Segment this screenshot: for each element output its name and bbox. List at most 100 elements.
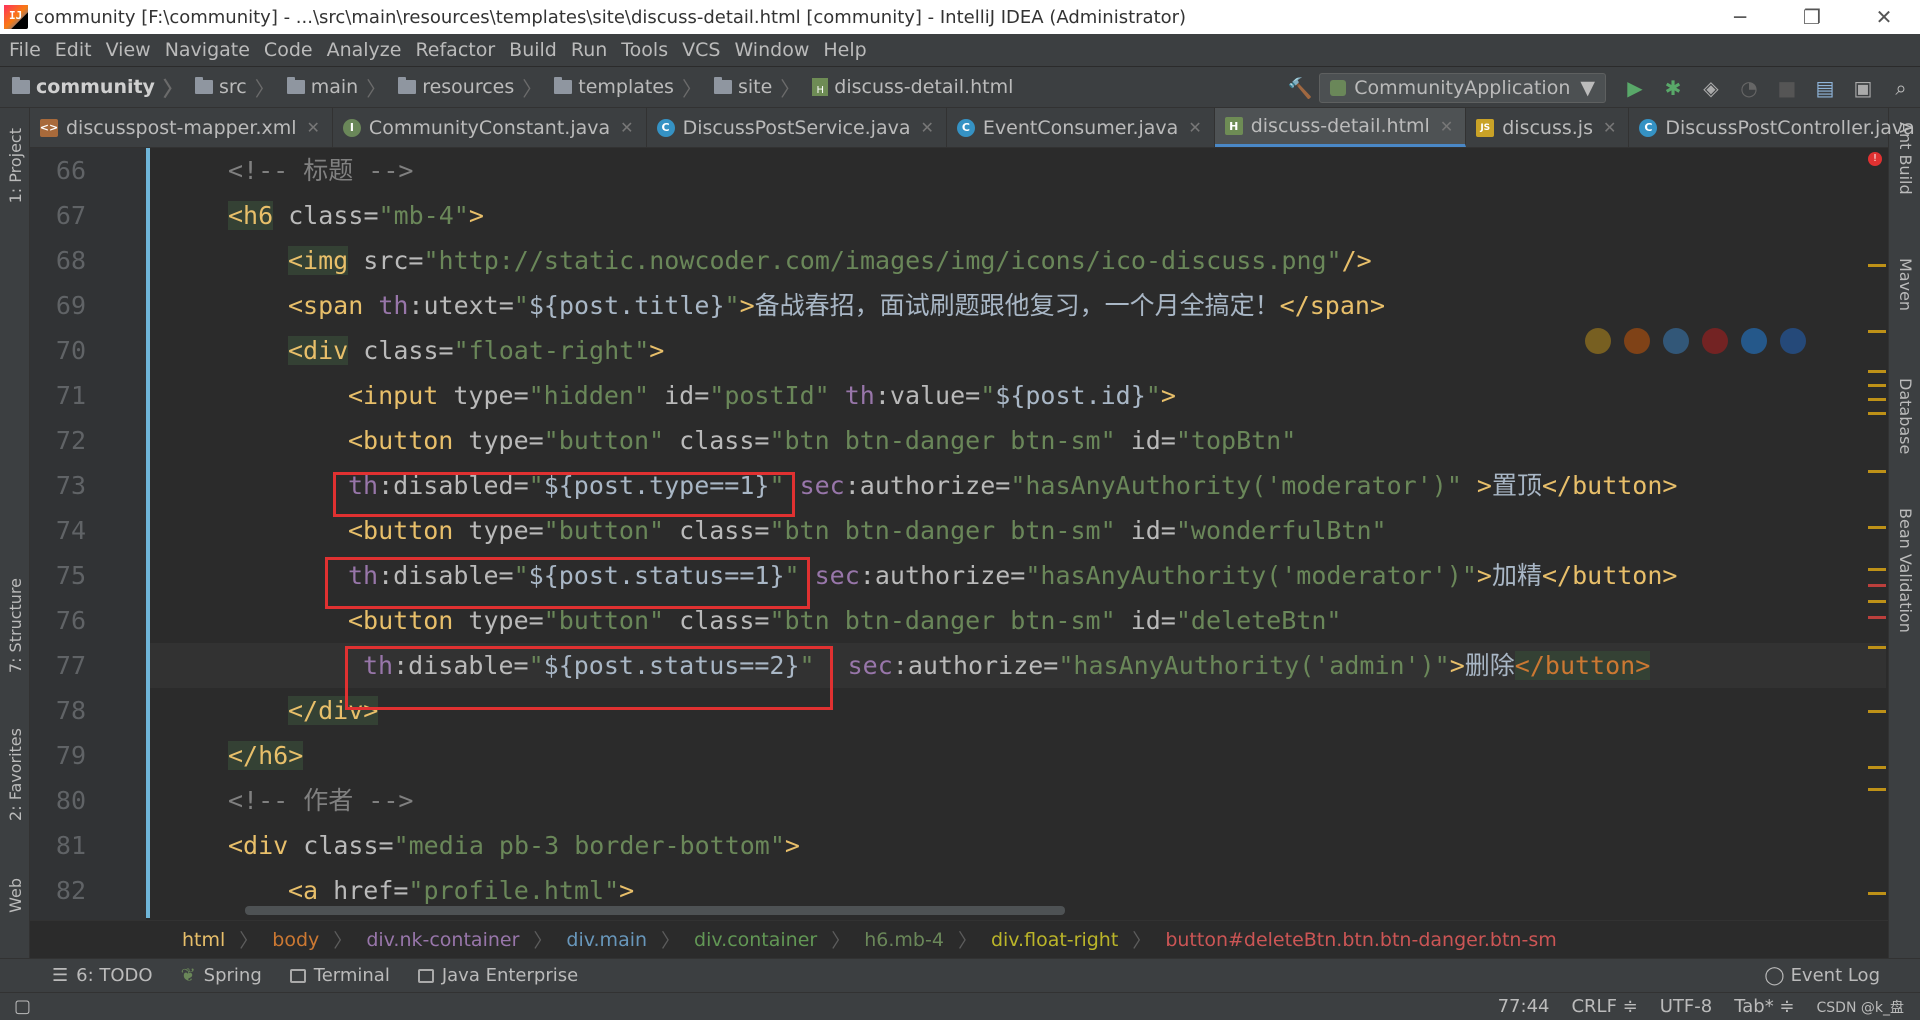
menu-edit[interactable]: Edit [48, 39, 99, 61]
menu-analyze[interactable]: Analyze [320, 39, 409, 61]
line-number: 77 [55, 651, 86, 680]
tool-todo[interactable]: ☰ 6: TODO [52, 965, 153, 986]
window-title: community [F:\community] - ...\src\main\… [34, 6, 1187, 28]
build-hammer-icon[interactable]: 🔨 [1281, 69, 1319, 107]
structure-breadcrumb: html 〉 body 〉 div.nk-container 〉 div.main 〉 … [30, 920, 1888, 958]
menu-file[interactable]: File [2, 39, 48, 61]
tab-discusspost-service[interactable]: C DiscussPostService.java ✕ [647, 108, 947, 147]
tool-web[interactable]: Web [6, 878, 25, 913]
error-stripe[interactable] [1864, 148, 1888, 920]
crumb-html[interactable]: html [182, 929, 225, 951]
crumb-nk-container[interactable]: div.nk-container [366, 929, 519, 951]
interface-icon: I [342, 118, 361, 137]
menu-window[interactable]: Window [727, 39, 816, 61]
restore-button[interactable]: ❐ [1776, 0, 1848, 34]
close-button[interactable]: ✕ [1848, 0, 1920, 34]
tab-discuss-detail[interactable]: Hdiscuss-detail.html ✕ [1214, 108, 1467, 147]
close-tab-icon[interactable]: ✕ [1603, 118, 1616, 137]
menu-refactor[interactable]: Refactor [408, 39, 502, 61]
menu-navigate[interactable]: Navigate [158, 39, 257, 61]
tool-terminal[interactable]: Terminal [289, 965, 390, 986]
title-bar: community [F:\community] - ...\src\main\… [0, 0, 1920, 34]
line-number: 67 [55, 201, 86, 230]
minimize-button[interactable]: ─ [1704, 0, 1776, 34]
ie-icon[interactable] [1741, 328, 1767, 354]
spring-leaf-icon: ❦ [180, 965, 196, 986]
crumb-h6[interactable]: h6.mb-4 [864, 929, 944, 951]
opera-icon[interactable] [1702, 328, 1728, 354]
tool-project[interactable]: 1: Project [6, 128, 25, 203]
menu-view[interactable]: View [99, 39, 158, 61]
intellij-logo-icon [4, 5, 28, 29]
tool-bean-validation[interactable]: Bean Validation [1896, 508, 1915, 633]
tool-java-enterprise[interactable]: Java Enterprise [417, 965, 578, 986]
event-log-button[interactable]: ◯ Event Log [1764, 965, 1880, 986]
horizontal-scrollbar[interactable] [245, 906, 1065, 915]
close-tab-icon[interactable]: ✕ [307, 118, 320, 137]
close-tab-icon[interactable]: ✕ [1188, 118, 1201, 137]
left-tool-strip: 1: Project 7: Structure 2: Favorites Web [0, 108, 30, 970]
search-icon[interactable]: ⌕ [1882, 69, 1920, 107]
crumb-delete-button[interactable]: button#deleteBtn.btn.btn-danger.btn-sm [1165, 929, 1556, 951]
nav-crumb-site[interactable]: site 〉 [702, 73, 800, 102]
indent-setting[interactable]: Tab* ≑ [1734, 996, 1794, 1017]
code-editor[interactable]: <!-- 标题 --> <h6 class="mb-4"> <img src="… [150, 148, 1886, 920]
resources-folder-icon [398, 77, 417, 94]
debug-icon[interactable]: ✱ [1654, 69, 1692, 107]
tab-discusspost-controller[interactable]: CDiscussPostController.java✕ [1629, 108, 1920, 147]
class-icon: C [656, 118, 675, 137]
status-bar: ▢ 77:44 CRLF ≑ UTF-8 Tab* ≑ CSDN @k_盘 [0, 992, 1920, 1020]
project-structure-icon[interactable]: ▤ [1806, 69, 1844, 107]
chrome-icon[interactable] [1585, 328, 1611, 354]
tool-database[interactable]: Database [1896, 378, 1915, 454]
nav-crumb-main[interactable]: main 〉 [275, 73, 386, 102]
safari-icon[interactable] [1663, 328, 1689, 354]
run-icon[interactable]: ▶ [1616, 69, 1654, 107]
profile-icon[interactable]: ◔ [1730, 69, 1768, 107]
menu-code[interactable]: Code [257, 39, 320, 61]
tab-discuss-js[interactable]: JS discuss.js ✕ [1466, 108, 1630, 147]
crumb-container[interactable]: div.container [694, 929, 817, 951]
caret-position[interactable]: 77:44 [1498, 996, 1550, 1017]
file-encoding[interactable]: UTF-8 [1660, 996, 1712, 1017]
run-configuration-dropdown[interactable]: CommunityApplication ▼ [1319, 73, 1606, 103]
coverage-icon[interactable]: ◈ [1692, 69, 1730, 107]
line-separator[interactable]: CRLF ≑ [1571, 996, 1637, 1017]
terminal-window-icon[interactable]: ▣ [1844, 69, 1882, 107]
nav-crumb-templates[interactable]: templates 〉 [542, 73, 702, 102]
menu-build[interactable]: Build [502, 39, 564, 61]
event-log-icon: ◯ [1764, 965, 1785, 986]
firefox-icon[interactable] [1624, 328, 1650, 354]
crumb-float-right[interactable]: div.float-right [991, 929, 1118, 951]
menu-run[interactable]: Run [564, 39, 614, 61]
tool-spring[interactable]: ❦ Spring [181, 965, 262, 986]
nav-crumb-file[interactable]: Hdiscuss-detail.html [800, 76, 1013, 98]
menu-tools[interactable]: Tools [614, 39, 675, 61]
edge-icon[interactable] [1780, 328, 1806, 354]
panel-toggle-icon[interactable]: ▢ [14, 996, 31, 1017]
crumb-main[interactable]: div.main [566, 929, 647, 951]
nav-crumb-project[interactable]: community 〉 [0, 73, 183, 102]
tool-favorites[interactable]: 2: Favorites [6, 728, 25, 821]
code-line-80: <!-- 作者 --> [228, 786, 414, 815]
close-tab-icon[interactable]: ✕ [920, 118, 933, 137]
tool-maven[interactable]: Maven [1896, 258, 1915, 311]
annotation-box-line-75 [325, 557, 810, 609]
tab-event-consumer[interactable]: C EventConsumer.java ✕ [947, 108, 1215, 147]
close-tab-icon[interactable]: ✕ [1440, 117, 1453, 136]
close-tab-icon[interactable]: ✕ [620, 118, 633, 137]
stop-icon[interactable]: ■ [1768, 69, 1806, 107]
tab-discusspost-mapper[interactable]: <> discusspost-mapper.xml ✕ [30, 108, 333, 147]
nav-crumb-src[interactable]: src 〉 [183, 73, 275, 102]
terminal-icon [289, 968, 306, 983]
code-line-71: <input type="hidden" id="postId" th:valu… [348, 381, 1176, 410]
tab-community-constant[interactable]: I CommunityConstant.java ✕ [333, 108, 647, 147]
class-icon: C [956, 118, 975, 137]
menu-help[interactable]: Help [816, 39, 873, 61]
tool-structure[interactable]: 7: Structure [6, 578, 25, 673]
menu-vcs[interactable]: VCS [675, 39, 727, 61]
spring-boot-icon [1330, 80, 1347, 96]
crumb-body[interactable]: body [272, 929, 319, 951]
nav-crumb-resources[interactable]: resources 〉 [386, 73, 542, 102]
code-line-69: <span th:utext="${post.title}">备战春招，面试刷题… [288, 291, 1386, 320]
